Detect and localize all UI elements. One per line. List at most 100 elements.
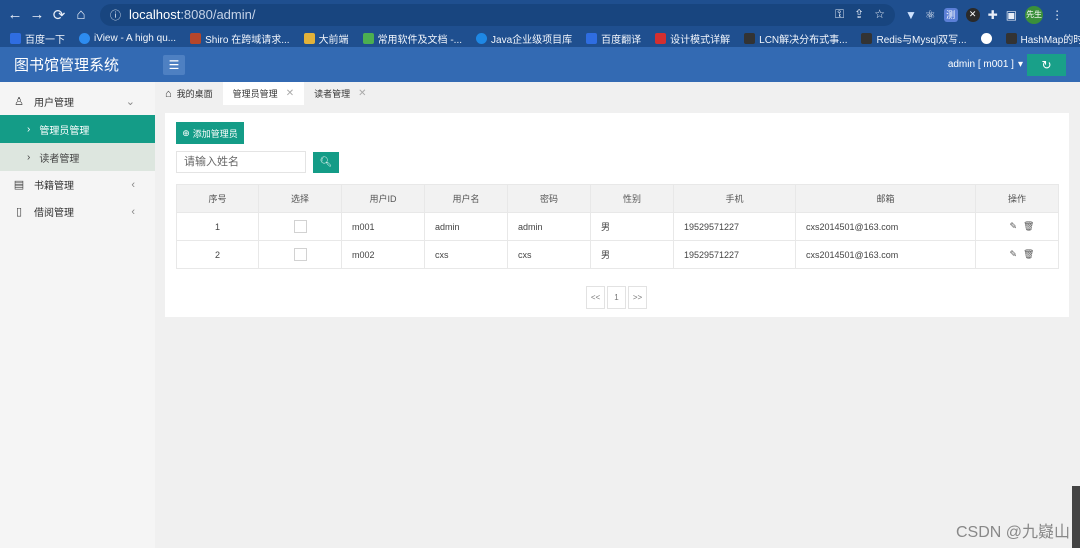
bookmark-item[interactable]: 设计模式详解 — [655, 31, 730, 46]
sidebar-item-admin-management[interactable]: › 管理员管理 — [0, 115, 155, 143]
cell-phone: 19529571227 — [673, 212, 796, 241]
search-button[interactable]: 🔍︎ — [313, 152, 339, 173]
edit-pencil-icon[interactable]: ✎ — [1010, 249, 1018, 260]
tab-desktop[interactable]: ⌂ 我的桌面 — [155, 82, 223, 105]
table-row: 1 m001 admin admin 男 19529571227 cxs2014… — [176, 212, 1059, 241]
globe-icon — [980, 32, 992, 44]
sidebar-item-reader-management[interactable]: › 读者管理 — [0, 143, 155, 171]
sidebar-item-book-management[interactable]: ▤ 书籍管理 ‹ — [0, 171, 155, 198]
column-header: 用户名 — [424, 184, 508, 213]
caret-down-icon: ▾ — [1017, 59, 1023, 70]
bookmark-item[interactable]: 百度一下 — [10, 31, 65, 46]
book-icon: ▤ — [13, 179, 25, 191]
column-header: 选择 — [258, 184, 342, 213]
bookmark-item[interactable]: LCN解决分布式事... — [744, 31, 847, 46]
browser-toolbar: ← → ⟳ ⌂ ⓘ localhost:8080/admin/ ⚿ ⇪ ☆ ▼ … — [0, 0, 1080, 29]
cell-index: 2 — [176, 240, 259, 269]
react-devtools-icon[interactable]: ⚛ — [925, 8, 936, 22]
extensions-puzzle-icon[interactable]: ✚ — [988, 8, 998, 22]
table-row: 2 m002 cxs cxs 男 19529571227 cxs2014501@… — [176, 240, 1059, 269]
add-admin-button[interactable]: ⊕ 添加管理员 — [176, 122, 244, 144]
cell-actions: ✎ 🗑︎ — [975, 212, 1059, 241]
column-header: 邮箱 — [795, 184, 976, 213]
prev-page-button[interactable]: << — [586, 286, 605, 309]
sidebar-item-label: 书籍管理 — [34, 181, 74, 192]
cell-phone: 19529571227 — [673, 240, 796, 269]
url-host: localhost — [129, 7, 181, 22]
bookmark-item[interactable]: 大前端 — [303, 31, 349, 46]
bookmark-favicon-icon — [10, 32, 21, 44]
forward-arrow-icon[interactable]: → — [26, 6, 48, 23]
close-icon[interactable]: ✕ — [286, 88, 294, 99]
close-extension-icon[interactable]: ✕ — [965, 7, 980, 22]
bookmark-favicon-icon — [1005, 32, 1017, 44]
profile-avatar[interactable]: 先生 — [1025, 5, 1044, 24]
bookmark-item[interactable]: Shiro 在跨域请求... — [190, 31, 290, 46]
next-page-button[interactable]: >> — [628, 286, 647, 309]
scrollbar[interactable] — [1072, 486, 1080, 548]
share-icon[interactable]: ⇪ — [854, 7, 864, 22]
column-header: 序号 — [176, 184, 259, 213]
bookmarks-bar: 百度一下 iView - A high qu... Shiro 在跨域请求...… — [0, 29, 1080, 47]
reload-icon[interactable]: ⟳ — [48, 6, 70, 24]
side-panel-icon[interactable]: ▣ — [1006, 8, 1017, 22]
address-bar[interactable]: ⓘ localhost:8080/admin/ ⚿ ⇪ ☆ — [100, 3, 895, 26]
sidebar-item-borrow-management[interactable]: ▯ 借阅管理 ‹ — [0, 198, 155, 225]
cell-email: cxs2014501@163.com — [795, 240, 976, 269]
site-info-icon[interactable]: ⓘ — [110, 7, 121, 23]
trash-icon[interactable]: 🗑︎ — [1023, 221, 1034, 232]
bookmark-favicon-icon — [861, 32, 873, 44]
bookmark-item[interactable]: 常用软件及文档 -... — [362, 31, 462, 46]
bookmark-item[interactable]: HashMap的时间复... — [1005, 31, 1080, 46]
back-arrow-icon[interactable]: ← — [4, 6, 26, 23]
cell-user-id: m001 — [341, 212, 425, 241]
sidebar: ♙ 用户管理 ⌄ › 管理员管理 › 读者管理 ▤ 书籍管理 ‹ ▯ 借阅管理 … — [0, 82, 155, 548]
search-input[interactable] — [176, 151, 306, 173]
row-checkbox[interactable] — [293, 220, 307, 233]
translate-extension-icon[interactable]: 测 — [943, 7, 958, 22]
home-icon[interactable]: ⌂ — [70, 6, 92, 23]
tab-bar: ⌂ 我的桌面 管理员管理 ✕ 读者管理 ✕ — [155, 82, 1080, 105]
app-title: 图书馆管理系统 — [14, 57, 120, 74]
chevron-down-icon: ⌄ — [125, 96, 135, 108]
bookmark-item[interactable]: 百度翻译 — [586, 31, 641, 46]
cell-password: admin — [507, 212, 591, 241]
tab-admin-management[interactable]: 管理员管理 ✕ — [222, 82, 305, 105]
sidebar-item-user-management[interactable]: ♙ 用户管理 ⌄ — [0, 88, 155, 115]
search-icon: 🔍︎ — [319, 157, 333, 168]
tab-reader-management[interactable]: 读者管理 ✕ — [304, 82, 376, 105]
bookmark-item[interactable]: iView - A high qu... — [79, 32, 176, 44]
bookmark-item[interactable]: Redis与Mysql双写... — [861, 31, 967, 46]
clipboard-icon: ▯ — [15, 206, 23, 218]
bookmark-item[interactable]: Java企业级项目库 — [476, 31, 572, 46]
cell-username: cxs — [424, 240, 508, 269]
refresh-button[interactable]: ↻ — [1027, 53, 1066, 76]
column-header: 用户ID — [341, 184, 425, 213]
browser-menu-icon[interactable]: ⋮ — [1051, 8, 1063, 22]
edit-pencil-icon[interactable]: ✎ — [1010, 221, 1018, 232]
row-checkbox[interactable] — [293, 248, 307, 261]
star-icon[interactable]: ☆ — [874, 7, 885, 22]
admin-table: 序号 选择 用户ID 用户名 密码 性别 手机 邮箱 操作 1 m001 adm… — [176, 184, 1059, 269]
sidebar-item-label: 借阅管理 — [34, 208, 74, 219]
close-icon[interactable]: ✕ — [358, 88, 366, 99]
tab-label: 管理员管理 — [232, 89, 278, 99]
user-menu[interactable]: admin [ m001 ] ▾ — [948, 59, 1023, 70]
chevron-right-icon: › — [27, 151, 31, 163]
page-number-button[interactable]: 1 — [607, 286, 626, 309]
menu-toggle-button[interactable]: ☰ — [163, 54, 185, 75]
sidebar-item-label: 管理员管理 — [39, 125, 90, 137]
trash-icon[interactable]: 🗑︎ — [1023, 249, 1034, 260]
tab-label: 我的桌面 — [176, 89, 213, 99]
bookmark-favicon-icon — [744, 32, 756, 44]
vue-devtools-icon[interactable]: ▼ — [905, 8, 917, 22]
bookmark-item[interactable] — [980, 32, 992, 44]
url-path: :8080/admin/ — [180, 7, 256, 22]
bookmark-favicon-icon — [655, 32, 667, 44]
bookmark-favicon-icon — [476, 32, 488, 44]
user-label: admin [ m001 ] — [947, 59, 1014, 70]
key-icon[interactable]: ⚿ — [835, 7, 844, 22]
cell-select — [258, 240, 342, 269]
cell-gender: 男 — [590, 240, 674, 269]
bookmark-favicon-icon — [190, 32, 202, 44]
